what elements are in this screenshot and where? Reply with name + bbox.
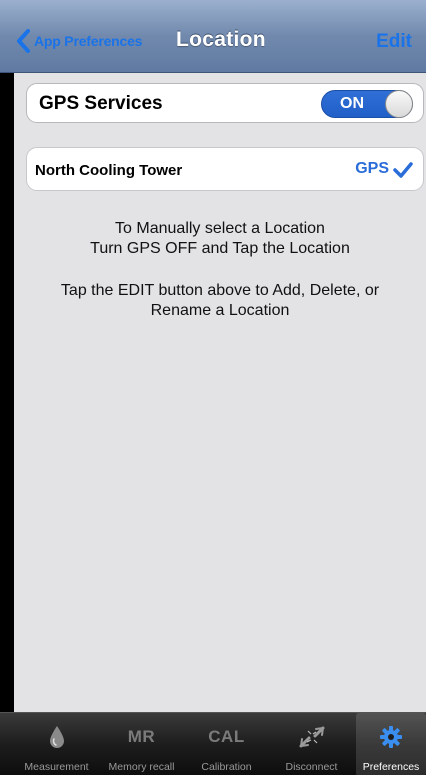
instruction-text-1: To Manually select a Location [115,220,325,237]
drop-icon [49,726,64,748]
memory-recall-icon: MR [127,727,156,746]
tab-measurement[interactable]: Measurement [14,713,99,775]
gps-toggle[interactable]: ON [321,90,413,118]
instruction-text-3: Tap the EDIT button above to Add, Delete… [60,282,380,299]
chevron-left-icon [17,29,30,53]
gear-icon [380,726,402,748]
location-screen: App Preferences Location Edit GPS Servic… [0,0,426,775]
calibration-icon: CAL [208,727,245,746]
back-button[interactable]: App Preferences [16,26,142,56]
edit-button[interactable]: Edit [376,31,412,53]
tab-preferences[interactable]: Preferences [356,713,426,775]
back-button-label: App Preferences [34,33,143,49]
disconnect-arrows-icon [299,726,324,748]
tab-label: Measurement [24,761,89,773]
tab-bar: Measurement MR Memory recall CAL Calibra… [0,712,426,775]
tab-label: Disconnect [285,761,338,773]
checkmark-icon [393,162,413,178]
navigation-bar: App Preferences Location Edit [0,0,426,73]
location-source: GPS [355,160,389,177]
instruction-text-4: Rename a Location [150,302,290,319]
location-name: North Cooling Tower [35,162,183,179]
tab-disconnect[interactable]: Disconnect [269,713,354,775]
location-row[interactable]: North Cooling Tower GPS [26,147,424,191]
instruction-text-2: Turn GPS OFF and Tap the Location [90,240,350,257]
gps-services-row: GPS Services ON [26,83,424,123]
gps-services-label: GPS Services [39,93,163,114]
tab-label: Preferences [362,761,420,773]
tab-memory-recall[interactable]: MR Memory recall [99,713,184,775]
screen-edge [0,0,14,775]
page-title: Location [176,28,266,51]
tab-label: Calibration [201,761,252,773]
gps-toggle-state: ON [340,95,364,112]
tab-label: Memory recall [108,761,175,773]
tab-calibration[interactable]: CAL Calibration [184,713,269,775]
toggle-knob [385,90,413,118]
